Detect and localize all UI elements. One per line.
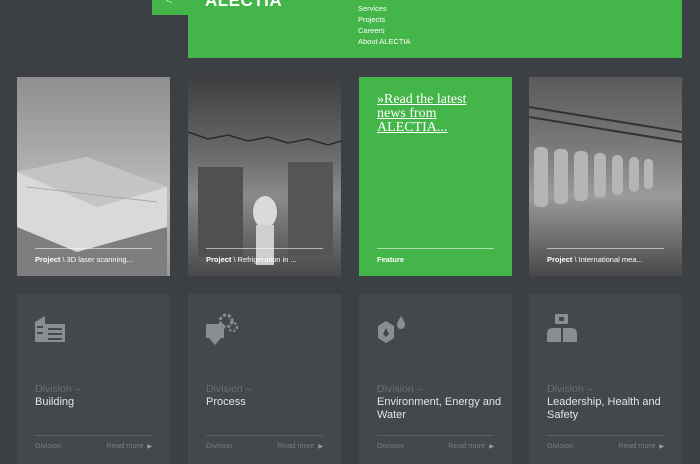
division-title: Leadership, Health and Safety [547, 396, 661, 421]
card-divider [35, 435, 152, 436]
environment-drops-icon [378, 316, 405, 343]
header-menu-panel: ALECTIA Services Projects Careers About … [188, 0, 682, 58]
news-link[interactable]: »Read the latest news from ALECTIA... [377, 93, 497, 135]
tile-caption: Feature [377, 255, 405, 264]
project-tile-refrigeration[interactable]: Project \ Refrigeration in ... [188, 77, 341, 276]
caption-divider [377, 248, 494, 249]
read-more-link[interactable]: Read more ▶ [448, 441, 494, 450]
division-card-environment[interactable]: Division – Environment, Energy and Water… [359, 294, 512, 464]
division-footer-label: Division [35, 441, 62, 450]
division-card-building[interactable]: Division – Building Division Read more ▶ [17, 294, 170, 464]
division-card-leadership[interactable]: Division – Leadership, Health and Safety… [529, 294, 682, 464]
card-divider [377, 435, 494, 436]
process-gears-icon [206, 313, 238, 345]
feature-news-tile[interactable]: »Read the latest news from ALECTIA... Fe… [359, 77, 512, 276]
play-arrow-icon: ▶ [489, 444, 494, 450]
play-arrow-icon: ▶ [318, 444, 323, 450]
market-street-photo [188, 131, 341, 265]
main-menu: Services Projects Careers About ALECTIA [358, 3, 411, 47]
tile-caption: Project \ International mea... [547, 255, 643, 264]
division-title: Environment, Energy and Water [377, 396, 502, 421]
tile-caption: Project \ 3D laser scanning... [35, 255, 133, 264]
division-kicker: Division – [35, 383, 81, 395]
header-back-tab[interactable]: < [152, 0, 188, 15]
read-more-link[interactable]: Read more ▶ [277, 441, 323, 450]
division-footer-label: Division [377, 441, 404, 450]
building-aerial-photo [17, 157, 167, 276]
read-more-link[interactable]: Read more ▶ [106, 441, 152, 450]
caption-divider [206, 248, 323, 249]
play-arrow-icon: ▶ [659, 444, 664, 450]
alectia-logo[interactable]: ALECTIA [205, 0, 282, 11]
caption-divider [547, 248, 664, 249]
read-more-link[interactable]: Read more ▶ [618, 441, 664, 450]
menu-item-projects[interactable]: Projects [358, 14, 411, 25]
meat-hall-photo [529, 106, 682, 207]
card-divider [547, 435, 664, 436]
project-tile-laser-scanning[interactable]: Project \ 3D laser scanning... [17, 77, 170, 276]
division-footer-label: Division [547, 441, 574, 450]
menu-item-services[interactable]: Services [358, 3, 411, 14]
menu-item-careers[interactable]: Careers [358, 25, 411, 36]
division-kicker: Division – [377, 383, 423, 395]
menu-item-about[interactable]: About ALECTIA [358, 36, 411, 47]
leadership-people-icon [547, 314, 577, 342]
building-icon [35, 316, 65, 342]
back-arrow-icon: < [166, 0, 173, 7]
division-footer-label: Division [206, 441, 233, 450]
division-kicker: Division – [206, 383, 252, 395]
division-card-process[interactable]: Division – Process Division Read more ▶ [188, 294, 341, 464]
caption-divider [35, 248, 152, 249]
play-arrow-icon: ▶ [147, 444, 152, 450]
project-tile-international[interactable]: Project \ International mea... [529, 77, 682, 276]
card-divider [206, 435, 323, 436]
division-kicker: Division – [547, 383, 593, 395]
division-title: Building [35, 396, 75, 408]
tile-caption: Project \ Refrigeration in ... [206, 255, 297, 264]
division-title: Process [206, 396, 246, 408]
